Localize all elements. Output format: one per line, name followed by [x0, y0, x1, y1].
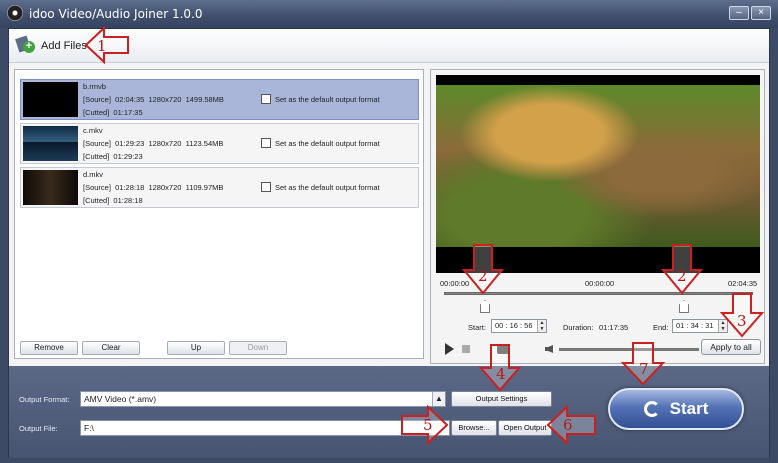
snapshot-icon[interactable] — [497, 345, 509, 354]
file-source-info: [Source] 01:28:18 1280x720 1109.97MB — [83, 183, 224, 192]
end-marker[interactable] — [679, 300, 689, 313]
timeline-start-time: 00:00:00 — [440, 279, 470, 288]
default-format-checkbox[interactable] — [261, 138, 271, 148]
end-label: End: — [653, 323, 669, 332]
close-button[interactable]: × — [751, 6, 771, 20]
default-format-label: Set as the default output format — [275, 138, 380, 148]
timeline-track[interactable] — [444, 292, 753, 295]
start-button[interactable]: Start — [608, 388, 744, 430]
file-name: b.rmvb — [83, 82, 106, 91]
volume-slider[interactable] — [559, 348, 699, 351]
list-item[interactable]: d.mkv [Source] 01:28:18 1280x720 1109.97… — [20, 167, 419, 208]
video-frame — [436, 85, 760, 247]
title-bar: idoo Video/Audio Joiner 1.0.0 – × — [0, 0, 778, 28]
timeline-current-time: 00:00:00 — [585, 279, 615, 288]
window-title: idoo Video/Audio Joiner 1.0.0 — [29, 7, 203, 21]
file-cut-info: [Cutted] 01:17:35 — [83, 108, 143, 117]
start-time-input[interactable]: 00 : 16 : 56 ▲ ▼ — [491, 319, 547, 333]
file-source-info: [Source] 01:29:23 1280x720 1123.54MB — [83, 139, 224, 148]
list-item[interactable]: c.mkv [Source] 01:29:23 1280x720 1123.54… — [20, 123, 419, 164]
output-format-label: Output Format: — [19, 395, 70, 404]
timeline-end-time: 02:04:35 — [728, 279, 758, 288]
up-button[interactable]: Up — [167, 341, 225, 355]
stop-icon[interactable] — [462, 345, 470, 353]
file-name: d.mkv — [83, 170, 104, 179]
default-format-label: Set as the default output format — [275, 182, 380, 192]
video-thumbnail — [23, 82, 78, 117]
duration-label: Duration: — [563, 323, 594, 332]
refresh-icon — [643, 401, 660, 417]
video-thumbnail — [23, 126, 78, 161]
default-format-checkbox[interactable] — [261, 182, 271, 192]
add-files-label: Add Files — [41, 40, 87, 52]
video-preview — [436, 75, 760, 273]
default-format-option[interactable]: Set as the default output format — [261, 138, 380, 148]
video-thumbnail — [23, 170, 78, 205]
start-marker[interactable] — [480, 300, 490, 313]
preview-panel: 00:00:00 00:00:00 02:04:35 Start: 00 : 1… — [430, 69, 765, 364]
output-format-select[interactable]: AMV Video (*.amv) ▲ — [80, 391, 446, 407]
output-file-label: Output File: — [19, 424, 58, 433]
play-icon[interactable] — [445, 343, 454, 355]
toolbar: + Add Files — [9, 29, 769, 63]
apply-to-all-button[interactable]: Apply to all — [701, 339, 761, 355]
end-time-value: 01 : 34 : 31 — [676, 321, 714, 330]
minimize-button[interactable]: – — [729, 6, 749, 20]
duration-value: 01:17:35 — [599, 323, 629, 332]
browse-button[interactable]: Browse... — [451, 420, 497, 436]
file-cut-info: [Cutted] 01:29:23 — [83, 152, 143, 161]
file-name: c.mkv — [83, 126, 103, 135]
open-output-button[interactable]: Open Output — [498, 420, 552, 436]
volume-icon[interactable] — [545, 345, 553, 353]
default-format-checkbox[interactable] — [261, 94, 271, 104]
output-file-input[interactable]: F:\ — [80, 420, 450, 436]
file-cut-info: [Cutted] 01:28:18 — [83, 196, 143, 205]
default-format-option[interactable]: Set as the default output format — [261, 94, 380, 104]
clear-button[interactable]: Clear — [82, 341, 140, 355]
output-format-value: AMV Video (*.amv) — [84, 394, 157, 404]
spin-arrows-icon[interactable]: ▲ ▼ — [537, 320, 546, 332]
output-panel: Output Format: AMV Video (*.amv) ▲ Outpu… — [9, 366, 769, 458]
add-files-icon: + — [15, 35, 37, 56]
file-list: b.rmvb [Source] 02:04:35 1280x720 1499.5… — [14, 69, 424, 359]
default-format-option[interactable]: Set as the default output format — [261, 182, 380, 192]
start-button-label: Start — [669, 399, 709, 418]
output-settings-button[interactable]: Output Settings — [451, 391, 552, 407]
spin-arrows-icon[interactable]: ▲ ▼ — [718, 320, 727, 332]
main-window: + Add Files b.rmvb [Source] 02:04:35 128… — [8, 28, 770, 458]
film-reel-icon — [7, 5, 23, 21]
list-item[interactable]: b.rmvb [Source] 02:04:35 1280x720 1499.5… — [20, 79, 419, 120]
file-source-info: [Source] 02:04:35 1280x720 1499.58MB — [83, 95, 224, 104]
start-label: Start: — [468, 323, 486, 332]
default-format-label: Set as the default output format — [275, 94, 380, 104]
add-files-button[interactable]: + Add Files — [15, 35, 87, 57]
chevron-up-icon[interactable]: ▲ — [432, 392, 445, 406]
down-button[interactable]: Down — [229, 341, 287, 355]
end-time-input[interactable]: 01 : 34 : 31 ▲ ▼ — [672, 319, 728, 333]
start-time-value: 00 : 16 : 56 — [495, 321, 533, 330]
remove-button[interactable]: Remove — [20, 341, 78, 355]
